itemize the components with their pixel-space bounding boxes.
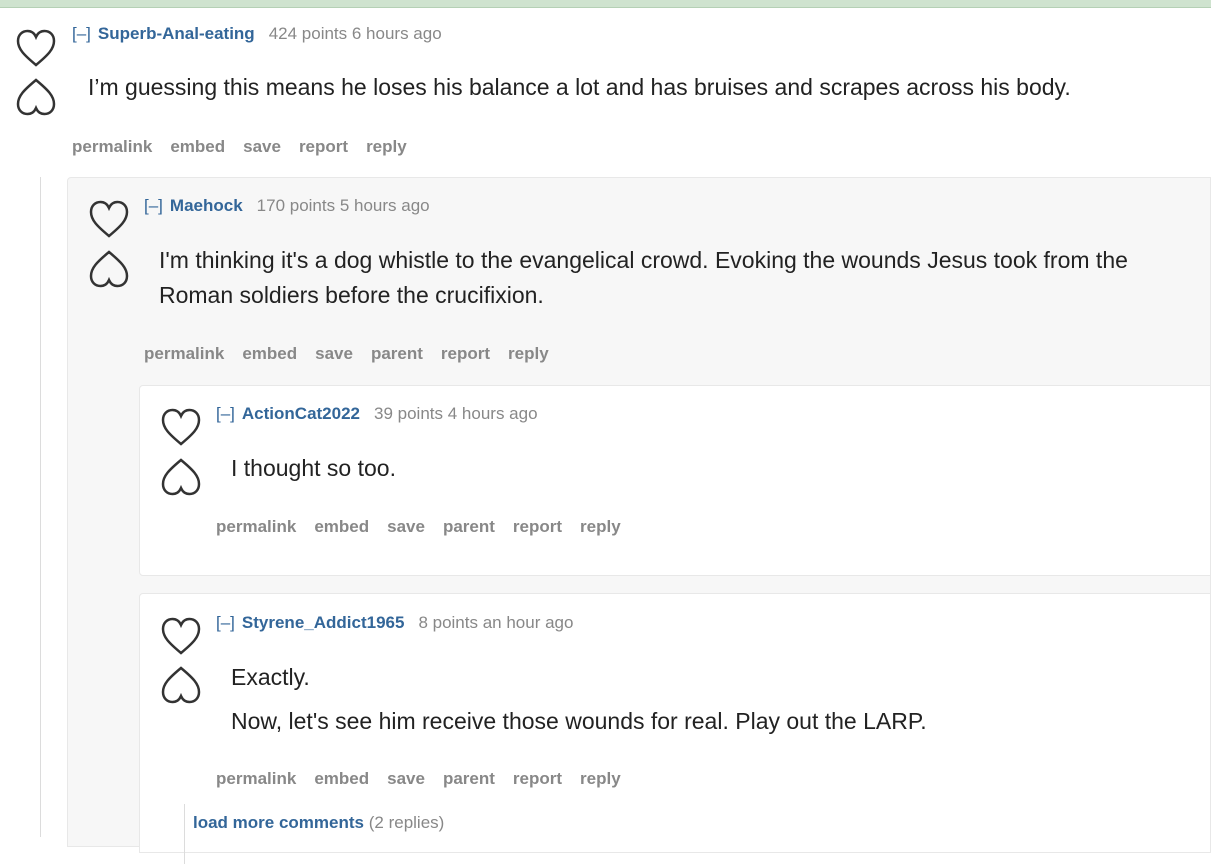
load-more-comments: load more comments (2 replies)	[193, 813, 444, 833]
upvote-button[interactable]	[14, 27, 58, 71]
comment-score-time: 170 points 5 hours ago	[256, 196, 430, 215]
upvote-button[interactable]	[159, 615, 203, 659]
parent-link[interactable]: parent	[443, 769, 495, 788]
comment-paragraph: Exactly.	[231, 664, 310, 690]
downvote-button[interactable]	[159, 662, 203, 706]
comment-tagline: [–] Maehock 170 points 5 hours ago	[144, 196, 430, 216]
comment-score-time: 39 points 4 hours ago	[374, 404, 538, 423]
top-bar	[0, 0, 1211, 8]
comment-paragraph: I'm thinking it's a dog whistle to the e…	[159, 247, 1128, 308]
report-link[interactable]: report	[513, 517, 562, 536]
downvote-heart-icon	[16, 78, 56, 116]
embed-link[interactable]: embed	[314, 517, 369, 536]
comment-author[interactable]: Maehock	[170, 196, 243, 215]
comment-paragraph: Now, let's see him receive those wounds …	[231, 708, 927, 734]
save-link[interactable]: save	[315, 344, 353, 363]
load-more-count: (2 replies)	[368, 813, 445, 832]
comment-body: I thought so too.	[231, 451, 1191, 486]
comment-author[interactable]: Styrene_Addict1965	[242, 613, 405, 632]
comment-score-time: 8 points an hour ago	[418, 613, 574, 632]
upvote-heart-icon	[161, 617, 201, 655]
comment-author[interactable]: Superb-Anal-eating	[98, 24, 255, 43]
downvote-heart-icon	[161, 666, 201, 704]
downvote-heart-icon	[161, 458, 201, 496]
thread-line[interactable]	[184, 804, 185, 864]
permalink-link[interactable]: permalink	[144, 344, 224, 363]
reply-link[interactable]: reply	[580, 769, 621, 788]
upvote-button[interactable]	[159, 406, 203, 450]
upvote-button[interactable]	[87, 198, 131, 242]
embed-link[interactable]: embed	[242, 344, 297, 363]
comment-paragraph: I thought so too.	[231, 455, 396, 481]
comment-score-time: 424 points 6 hours ago	[268, 24, 442, 43]
comment-actions: permalink embed save parent report reply	[144, 344, 567, 364]
save-link[interactable]: save	[387, 769, 425, 788]
collapse-toggle[interactable]: [–]	[216, 404, 235, 423]
comment-tagline: [–] Superb-Anal-eating 424 points 6 hours …	[72, 24, 442, 44]
embed-link[interactable]: embed	[314, 769, 369, 788]
save-link[interactable]: save	[387, 517, 425, 536]
report-link[interactable]: report	[513, 769, 562, 788]
comment-body: I’m guessing this means he loses his bal…	[88, 70, 1188, 105]
collapse-toggle[interactable]: [–]	[144, 196, 163, 215]
comment-tagline: [–] ActionCat2022 39 points 4 hours ago	[216, 404, 538, 424]
report-link[interactable]: report	[299, 137, 348, 156]
comment-actions: permalink embed save report reply	[72, 137, 425, 157]
upvote-heart-icon	[161, 408, 201, 446]
upvote-heart-icon	[89, 200, 129, 238]
upvote-heart-icon	[16, 29, 56, 67]
comment-author[interactable]: ActionCat2022	[242, 404, 360, 423]
downvote-button[interactable]	[87, 246, 131, 290]
embed-link[interactable]: embed	[170, 137, 225, 156]
reply-link[interactable]: reply	[508, 344, 549, 363]
save-link[interactable]: save	[243, 137, 281, 156]
collapse-toggle[interactable]: [–]	[72, 24, 91, 43]
report-link[interactable]: report	[441, 344, 490, 363]
comment-body: I'm thinking it's a dog whistle to the e…	[159, 243, 1169, 313]
downvote-button[interactable]	[14, 74, 58, 118]
parent-link[interactable]: parent	[443, 517, 495, 536]
downvote-button[interactable]	[159, 454, 203, 498]
comment-actions: permalink embed save parent report reply	[216, 769, 639, 789]
reply-link[interactable]: reply	[580, 517, 621, 536]
comment-actions: permalink embed save parent report reply	[216, 517, 639, 537]
permalink-link[interactable]: permalink	[216, 769, 296, 788]
permalink-link[interactable]: permalink	[72, 137, 152, 156]
comment-body: Exactly. Now, let's see him receive thos…	[231, 660, 1191, 739]
comment-paragraph: I’m guessing this means he loses his bal…	[88, 74, 1071, 100]
load-more-link[interactable]: load more comments	[193, 813, 364, 832]
downvote-heart-icon	[89, 250, 129, 288]
comment: [–] Styrene_Addict1965 8 points an hour ag…	[139, 593, 1211, 864]
reply-link[interactable]: reply	[366, 137, 407, 156]
permalink-link[interactable]: permalink	[216, 517, 296, 536]
parent-link[interactable]: parent	[371, 344, 423, 363]
comment-tagline: [–] Styrene_Addict1965 8 points an hour ag…	[216, 613, 573, 633]
comment: [–] ActionCat2022 39 points 4 hours ago I …	[139, 385, 1211, 576]
collapse-toggle[interactable]: [–]	[216, 613, 235, 632]
